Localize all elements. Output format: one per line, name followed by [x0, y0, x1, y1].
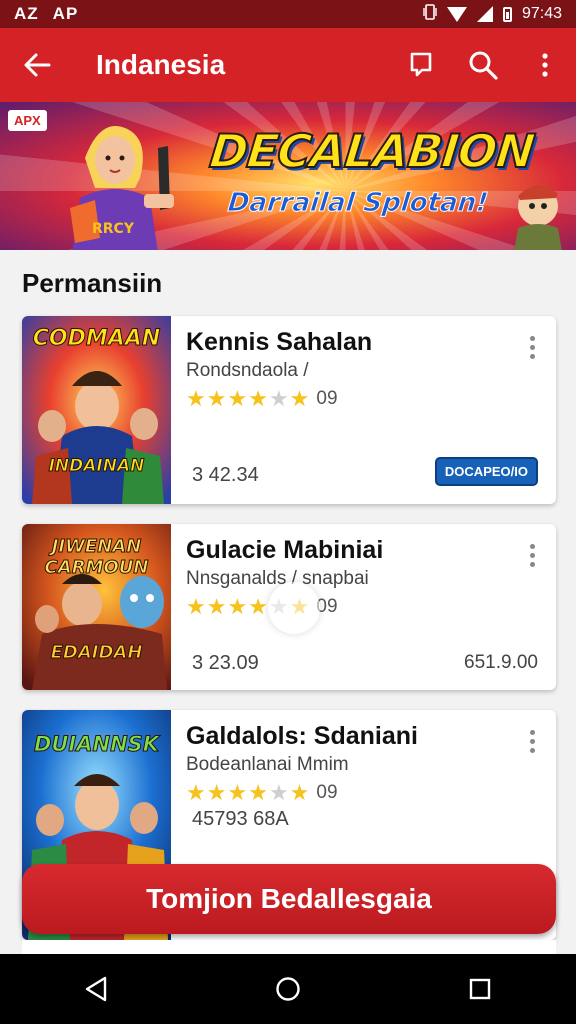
star-icon: ★	[248, 594, 268, 619]
more-options-button[interactable]	[514, 28, 576, 102]
app-name: Galdalols: Sdaniani	[186, 722, 418, 750]
star-icon: ★	[248, 386, 268, 411]
mascot-illustration	[514, 185, 562, 250]
thumb-title-top: DUIANNSK	[33, 732, 160, 757]
app-price: 3 23.09	[192, 652, 259, 674]
app-developer: Bodeanlanai Mmim	[186, 754, 349, 775]
nav-home-button[interactable]	[258, 959, 318, 1019]
vibrate-icon	[423, 3, 437, 26]
status-label-1: AZ	[14, 4, 39, 23]
banner-subline: Darrailal Splotan!	[226, 188, 490, 219]
app-rating: ★ ★ ★ ★ ★ ★ 09	[186, 386, 338, 412]
back-button[interactable]	[0, 28, 74, 102]
app-secondary-value: 651.9.00	[464, 652, 538, 673]
card-more-button[interactable]	[522, 336, 542, 366]
star-icon: ★	[227, 594, 248, 619]
svg-text:RRCY: RRCY	[92, 221, 135, 237]
primary-cta-button[interactable]: Tomjion Bedallesgaia	[22, 864, 556, 934]
back-triangle-icon	[85, 976, 107, 1002]
star-icon: ★	[289, 386, 310, 411]
star-icon: ★	[206, 594, 227, 619]
system-nav-bar	[0, 954, 576, 1024]
nav-back-button[interactable]	[66, 959, 126, 1019]
star-icon: ★	[206, 780, 227, 805]
promo-banner[interactable]: RRCY APX DECALABION Darrailal Splotan!	[0, 102, 576, 250]
more-vert-icon	[542, 53, 548, 77]
status-right: 97:43	[423, 3, 562, 26]
star-icon: ★	[206, 386, 227, 411]
home-circle-icon	[276, 977, 300, 1001]
star-icon: ★	[227, 780, 248, 805]
status-label-2: AP	[52, 4, 79, 23]
hero-character-illustration: RRCY	[70, 126, 174, 250]
touch-indicator	[268, 582, 320, 634]
recents-square-icon	[469, 978, 491, 1000]
app-price: 45793 68A	[192, 808, 289, 830]
wifi-icon	[446, 6, 467, 22]
page-title: Indanesia	[96, 49, 226, 80]
star-empty-icon: ★	[268, 386, 289, 411]
app-name: Kennis Sahalan	[186, 328, 373, 356]
star-icon: ★	[186, 780, 206, 805]
banner-badge: APX	[8, 110, 47, 131]
star-empty-icon: ★	[268, 780, 289, 805]
battery-icon	[502, 6, 512, 22]
app-tag-button[interactable]: DOCAPEO/IO	[434, 457, 538, 486]
thumb-title-top: CODMAAN	[32, 326, 161, 352]
app-card[interactable]: CODMAAN INDAINAN Kennis Sahalan Rondsnda…	[22, 316, 556, 504]
bookmark-button[interactable]	[390, 28, 452, 102]
star-icon: ★	[186, 386, 206, 411]
card-more-button[interactable]	[522, 730, 542, 760]
bookmark-icon	[410, 52, 432, 77]
status-time: 97:43	[521, 5, 562, 22]
search-button[interactable]	[452, 28, 514, 102]
card-more-button[interactable]	[522, 544, 542, 574]
banner-headline: DECALABION	[206, 123, 537, 179]
status-bar: AZ AP 97:43	[0, 0, 576, 28]
app-bar: Indanesia	[0, 28, 576, 102]
app-name: Gulacie Mabiniai	[186, 536, 384, 564]
thumb-title-top: JIWENAN CARMOUN	[44, 536, 149, 579]
back-arrow-icon	[24, 53, 51, 77]
next-card-peek	[22, 940, 556, 954]
status-left: AZ AP	[14, 4, 78, 24]
star-icon: ★	[186, 594, 206, 619]
star-icon: ★	[248, 780, 268, 805]
rating-value: 09	[316, 782, 338, 803]
app-developer: Rondsndaola /	[186, 360, 309, 381]
section-title: Permansiin	[22, 268, 163, 298]
rating-value: 09	[316, 388, 338, 409]
signal-icon	[476, 6, 493, 22]
star-icon: ★	[227, 386, 248, 411]
nav-recents-button[interactable]	[450, 959, 510, 1019]
thumb-title-bottom: INDAINAN	[48, 456, 145, 477]
app-rating: ★ ★ ★ ★ ★ ★ 09	[186, 780, 338, 806]
thumb-title-bottom: EDAIDAH	[50, 642, 143, 664]
app-price: 3 42.34	[192, 464, 259, 486]
star-icon: ★	[289, 780, 310, 805]
search-icon	[469, 51, 498, 80]
